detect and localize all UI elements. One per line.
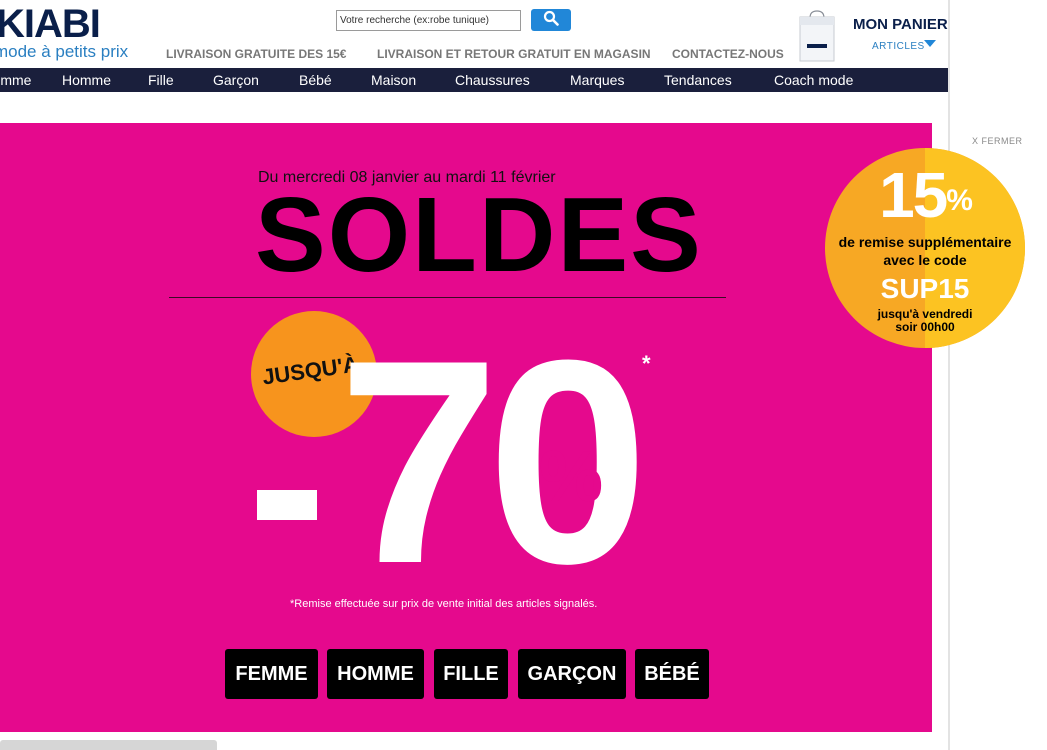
cart-title[interactable]: MON PANIER [853,16,948,33]
discount-asterisk: * [642,351,651,376]
link-store-delivery[interactable]: LIVRAISON ET RETOUR GRATUIT EN MAGASIN [377,47,651,61]
logo[interactable]: KIABI la mode à petits prix [0,2,129,62]
category-button-bebe[interactable]: BÉBÉ [635,649,709,699]
nav-item-coach-mode[interactable]: Coach mode [774,72,853,88]
search-input[interactable]: Votre recherche (ex:robe tunique) [336,10,521,31]
nav-item-homme[interactable]: Homme [62,72,111,88]
promo-line-2: avec le code [883,252,967,268]
sales-banner[interactable]: Du mercredi 08 janvier au mardi 11 févri… [0,123,932,732]
category-button-garcon[interactable]: GARÇON [518,649,626,699]
sale-title: SOLDES [255,176,703,294]
category-button-femme[interactable]: FEMME [225,649,318,699]
promo-line-3: jusqu'à vendredi soir 00h00 [877,307,973,334]
discount-percent-sign: % [539,437,604,517]
link-free-delivery[interactable]: LIVRAISON GRATUITE DES 15€ [166,47,346,61]
discount-note: *Remise effectuée sur prix de vente init… [290,598,598,610]
category-button-fille[interactable]: FILLE [434,649,508,699]
nav-item-fille[interactable]: Fille [148,72,174,88]
search-icon [543,10,559,31]
horizontal-scrollbar[interactable] [0,740,217,750]
chevron-down-icon[interactable] [924,40,936,47]
promo-percent-sign: % [946,184,973,217]
nav-item-bebe[interactable]: Bébé [299,72,332,88]
page-divider [948,0,950,750]
nav-item-garcon[interactable]: Garçon [213,72,259,88]
nav-item-chaussures[interactable]: Chaussures [455,72,530,88]
nav-item-marques[interactable]: Marques [570,72,624,88]
promo-value-row: 15% [825,160,1025,230]
nav-item-maison[interactable]: Maison [371,72,416,88]
shopping-bag-icon[interactable] [797,10,837,62]
logo-tagline: la mode à petits prix [0,42,129,61]
logo-wordmark: KIABI [0,2,101,46]
minus-sign [257,490,317,520]
nav-item-tendances[interactable]: Tendances [664,72,732,88]
promo-code: SUP15 [880,273,970,304]
category-button-homme[interactable]: HOMME [327,649,424,699]
promo-badge[interactable]: 15% de remise supplémentaire avec le cod… [825,148,1025,348]
close-button[interactable]: X FERMER [972,136,1023,146]
nav-item-femme[interactable]: Femme [0,72,31,88]
divider [169,297,726,298]
search-button[interactable] [531,9,571,31]
promo-line-1: de remise supplémentaire [838,234,1012,250]
cart-subtitle[interactable]: ARTICLES [872,41,925,52]
main-nav: Femme Homme Fille Garçon Bébé Maison Cha… [0,68,949,92]
promo-value: 15 [879,159,948,231]
link-contact[interactable]: CONTACTEZ-NOUS [672,47,784,61]
